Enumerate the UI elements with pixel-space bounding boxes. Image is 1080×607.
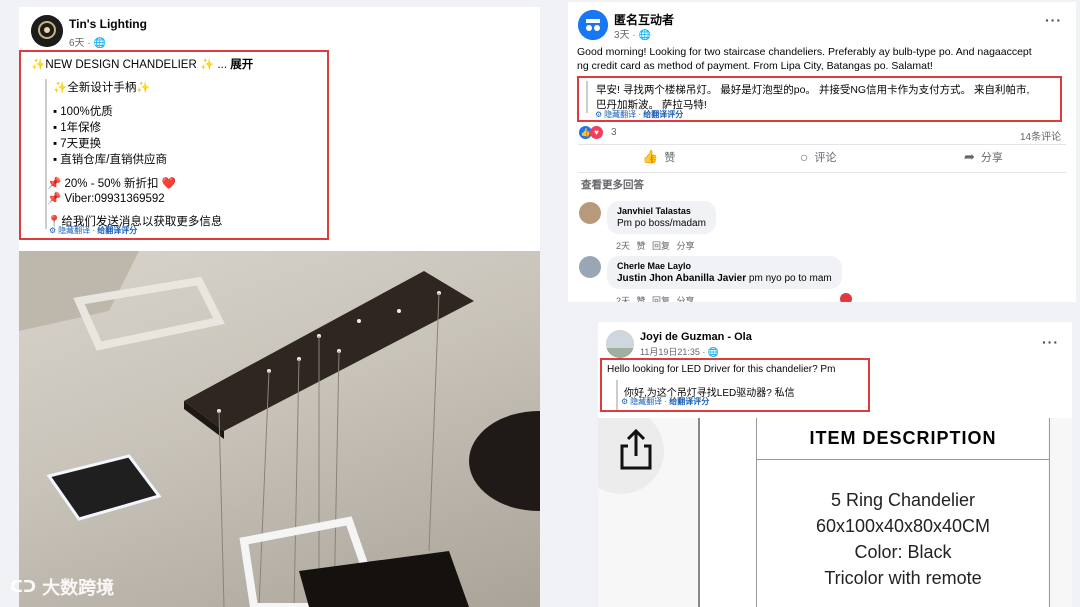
share-upload-icon [620,428,652,470]
author-name[interactable]: Tin's Lighting [69,17,147,31]
author-avatar[interactable] [606,330,634,358]
post-time[interactable]: 11月19日21:35 · 🌐 [640,345,719,358]
highlight-box [577,76,1062,122]
comment-actions[interactable]: 2天 赞 回复 分享 [616,239,695,252]
highlight-box [600,358,870,412]
mentioned-user[interactable]: Justin Jhon Abanilla Javier [617,273,746,284]
action-divider-bottom [578,172,1066,173]
commenter-name[interactable]: Janvhiel Talastas [617,206,706,216]
comment-text: Pm po boss/madam [617,218,706,229]
comment-actions[interactable]: 2天 赞 回复 分享 [616,294,695,302]
reactions[interactable]: 👍 ♥ 3 [579,126,617,139]
view-more-comments-link[interactable]: 查看更多回答 [581,177,644,192]
globe-icon: 🌐 [638,30,651,41]
comment-button[interactable]: ○ 评论 [800,149,836,165]
commenter-avatar[interactable] [579,202,601,224]
comment-text: Justin Jhon Abanilla Javier pm nyo po to… [617,273,832,284]
item-card-body: 5 Ring Chandelier 60x100x40x80x40CM Colo… [756,460,1050,607]
item-card-heading: ITEM DESCRIPTION [809,428,997,448]
post-time-text: 3天 · [614,30,639,41]
item-line-2: 60x100x40x80x40CM [815,516,991,536]
post-time[interactable]: 3天 · 🌐 [614,26,651,41]
item-line-4: Tricolor with remote [824,568,982,588]
anonymous-avatar[interactable] [578,10,608,40]
watermark: ᑕᑐ 大数跨境 [10,574,114,600]
item-line-1: 5 Ring Chandelier [830,490,976,510]
highlight-box [19,50,329,240]
post-tins-lighting: Tin's Lighting 6天 · 🌐 ✨NEW DESIGN CHANDE… [19,7,540,607]
reaction-count: 3 [611,127,617,138]
share-button[interactable]: ➦ 分享 [964,149,1003,165]
item-card-heading-box: ITEM DESCRIPTION [756,418,1050,460]
comment-icon: ○ [800,149,809,165]
comment-count[interactable]: 14条评论 [1020,128,1061,143]
item-card: ITEM DESCRIPTION 5 Ring Chandelier 60x10… [698,418,1050,607]
globe-icon: 🌐 [93,38,106,49]
like-button[interactable]: 👍 赞 [642,149,675,165]
commenter-avatar[interactable] [579,256,601,278]
author-name[interactable]: Joyi de Guzman - Ola [640,331,752,343]
comment-bubble: Janvhiel Talastas Pm po boss/madam [607,201,716,234]
author-avatar[interactable] [31,15,63,47]
action-divider [578,144,1066,145]
post-body-line-1: Good morning! Looking for two staircase … [577,46,1032,58]
comment-text-rest: pm nyo po to mam [746,273,832,284]
chandelier-illustration [19,251,540,607]
post-joyi-de-guzman: Joyi de Guzman - Ola 11月19日21:35 · 🌐 ···… [598,322,1072,607]
globe-icon: 🌐 [707,347,720,357]
post-time-text: 6天 · [69,38,94,49]
watermark-text: 大数跨境 [42,578,115,598]
post-time-text: 11月19日21:35 · [640,347,708,357]
comment-bubble: Cherle Mae Laylo Justin Jhon Abanilla Ja… [607,256,842,289]
watermark-logo-icon: ᑕᑐ [10,579,37,596]
share-icon-circle[interactable] [598,418,664,494]
post-anonymous: 匿名互动者 3天 · 🌐 ··· Good morning! Looking f… [568,2,1076,302]
commenter-name[interactable]: Cherle Mae Laylo [617,261,832,271]
more-options-icon[interactable]: ··· [1042,334,1059,350]
share-label: 分享 [980,152,1003,164]
angry-reaction-icon [840,293,852,302]
love-reaction-icon: ♥ [590,126,603,139]
item-line-3: Color: Black [854,542,952,562]
share-icon: ➦ [964,149,975,164]
thumbs-up-icon: 👍 [642,149,659,164]
comment-label: 评论 [814,152,837,164]
item-description-image[interactable]: ITEM DESCRIPTION 5 Ring Chandelier 60x10… [598,418,1072,607]
post-body-line-2: ng credit card as method of payment. Fro… [577,60,933,72]
post-time[interactable]: 6天 · 🌐 [69,34,106,49]
more-options-icon[interactable]: ··· [1045,12,1062,28]
like-label: 赞 [664,152,676,164]
post-photo[interactable] [19,251,540,607]
